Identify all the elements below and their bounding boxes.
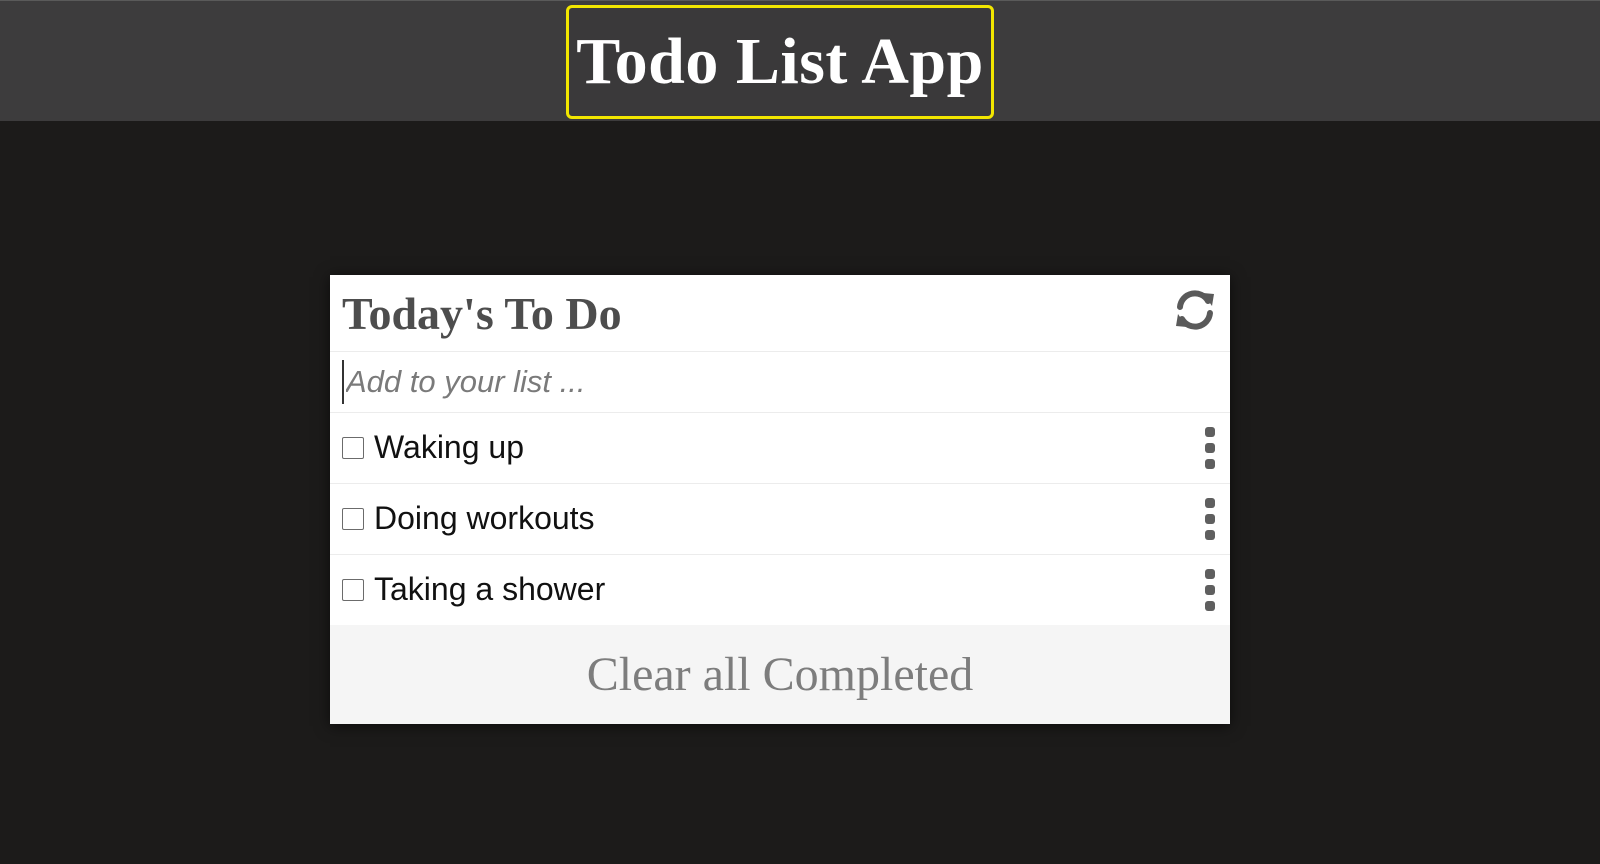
todo-item: Doing workouts: [330, 484, 1230, 555]
todo-item: Taking a shower: [330, 555, 1230, 626]
todo-card: Today's To Do Waking up Doing workouts: [330, 275, 1230, 724]
top-bar: Todo List App: [0, 0, 1600, 121]
add-row: [330, 352, 1230, 413]
clear-completed-button[interactable]: Clear all Completed: [330, 625, 1230, 724]
kebab-menu-icon[interactable]: [1202, 498, 1218, 540]
kebab-menu-icon[interactable]: [1202, 427, 1218, 469]
kebab-menu-icon[interactable]: [1202, 569, 1218, 611]
card-header: Today's To Do: [330, 275, 1230, 352]
todo-checkbox[interactable]: [342, 579, 364, 601]
todo-checkbox[interactable]: [342, 437, 364, 459]
app-title: Todo List App: [566, 5, 994, 119]
todo-text: Taking a shower: [374, 571, 606, 607]
todo-item: Waking up: [330, 413, 1230, 484]
todo-checkbox[interactable]: [342, 508, 364, 530]
refresh-icon[interactable]: [1172, 287, 1218, 333]
todo-text: Waking up: [374, 429, 524, 465]
todo-text: Doing workouts: [374, 500, 595, 536]
card-title: Today's To Do: [342, 288, 622, 339]
add-todo-input[interactable]: [342, 360, 1206, 404]
